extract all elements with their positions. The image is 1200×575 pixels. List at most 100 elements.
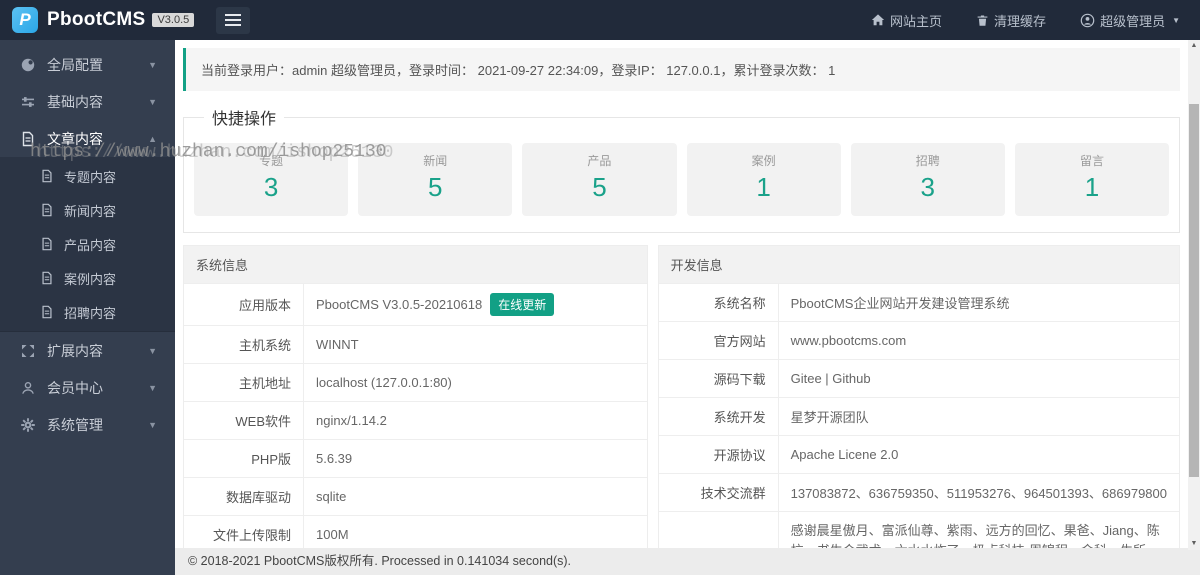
row-value: 5.6.39 bbox=[316, 451, 353, 466]
row-label: 主机地址 bbox=[184, 364, 304, 401]
row-label: 系统开发 bbox=[659, 398, 779, 435]
user-menu-label: 超级管理员 bbox=[1100, 13, 1166, 29]
row-label: WEB软件 bbox=[184, 402, 304, 439]
file-icon bbox=[20, 131, 36, 147]
sidebar-subitem-label: 新闻内容 bbox=[64, 203, 117, 219]
row-label: 源码下载 bbox=[659, 360, 779, 397]
sidebar-item-basic-content[interactable]: 基础内容 ▼ bbox=[0, 83, 175, 120]
clear-cache-button[interactable]: 清理缓存 bbox=[976, 11, 1046, 30]
sidebar-item-member-center[interactable]: 会员中心 ▼ bbox=[0, 369, 175, 406]
table-row: 开源协议 Apache Licene 2.0 bbox=[658, 435, 1179, 473]
chevron-down-icon: ▼ bbox=[148, 96, 157, 107]
sidebar-subitem-label: 案例内容 bbox=[64, 271, 117, 287]
sidebar-item-extend-content[interactable]: 扩展内容 ▼ bbox=[0, 332, 175, 369]
sidebar-subitem-news[interactable]: 新闻内容 bbox=[0, 193, 175, 227]
row-label: 系统名称 bbox=[659, 284, 779, 321]
chevron-down-icon: ▼ bbox=[148, 59, 157, 70]
stat-card-label: 招聘 bbox=[915, 154, 940, 168]
chevron-down-icon: ▼ bbox=[148, 345, 157, 356]
sidebar-item-label: 扩展内容 bbox=[47, 342, 103, 359]
sidebar-item-label: 系统管理 bbox=[47, 416, 103, 433]
expand-arrows-icon bbox=[20, 343, 36, 359]
stat-card-label: 专题 bbox=[259, 154, 284, 168]
version-badge: V3.0.5 bbox=[152, 13, 195, 27]
sidebar-subitem-label: 招聘内容 bbox=[64, 305, 117, 321]
dev-info-table: 开发信息 系统名称 PbootCMS企业网站开发建设管理系统 官方网站 www.… bbox=[657, 245, 1180, 575]
stat-card-product[interactable]: 产品 5 bbox=[522, 143, 677, 216]
scroll-up-arrow-icon[interactable]: ▲ bbox=[1188, 40, 1200, 52]
file-icon bbox=[40, 237, 54, 251]
stat-card-topic[interactable]: 专题 3 bbox=[194, 143, 349, 216]
file-icon bbox=[40, 305, 54, 319]
footer: © 2018-2021 PbootCMS版权所有. Processed in 0… bbox=[175, 548, 1200, 575]
row-label: 主机系统 bbox=[184, 326, 304, 363]
file-icon bbox=[40, 271, 54, 285]
site-home-link[interactable]: 网站主页 bbox=[871, 11, 942, 30]
stat-card-label: 案例 bbox=[751, 154, 776, 168]
scroll-down-arrow-icon[interactable]: ▼ bbox=[1188, 538, 1200, 550]
row-label: 官方网站 bbox=[659, 322, 779, 359]
source-download-links[interactable]: Gitee | Github bbox=[779, 360, 1179, 397]
stat-cards: 专题 3 新闻 5 产品 5 案例 1 招聘 3 留言 1 bbox=[194, 143, 1170, 216]
file-icon bbox=[40, 169, 54, 183]
chevron-down-icon: ▼ bbox=[148, 419, 157, 430]
row-label: PHP版 bbox=[184, 440, 304, 477]
stat-card-news[interactable]: 新闻 5 bbox=[358, 143, 513, 216]
row-label: 应用版本 bbox=[184, 284, 304, 325]
row-value: PbootCMS V3.0.5-20210618 在线更新 bbox=[304, 284, 647, 325]
stat-card-case[interactable]: 案例 1 bbox=[686, 143, 841, 216]
sidebar-subitem-topic[interactable]: 专题内容 bbox=[0, 159, 175, 193]
table-row: 技术交流群 137083872、636759350、511953276、9645… bbox=[658, 473, 1179, 511]
home-icon bbox=[871, 13, 885, 27]
table-row: 主机系统 WINNT bbox=[184, 325, 647, 363]
user-icon bbox=[20, 380, 36, 396]
sidebar-item-system-manage[interactable]: 系统管理 ▼ bbox=[0, 406, 175, 443]
scrollbar-thumb[interactable] bbox=[1189, 104, 1199, 477]
quick-actions-title: 快捷操作 bbox=[212, 111, 277, 128]
system-info-title: 系统信息 bbox=[184, 246, 647, 283]
quick-actions-panel: 快捷操作 专题 3 新闻 5 产品 5 案例 1 招聘 3 留言 1 bbox=[183, 105, 1180, 233]
online-update-button[interactable]: 在线更新 bbox=[490, 293, 555, 316]
stat-card-label: 留言 bbox=[1079, 154, 1104, 168]
sidebar-item-label: 会员中心 bbox=[47, 379, 103, 396]
row-value: sqlite bbox=[316, 489, 347, 504]
stat-card-label: 新闻 bbox=[423, 154, 448, 168]
hamburger-icon bbox=[225, 14, 242, 16]
row-label: 数据库驱动 bbox=[184, 478, 304, 515]
table-row: 系统名称 PbootCMS企业网站开发建设管理系统 bbox=[658, 283, 1179, 321]
sidebar-item-article-content[interactable]: 文章内容 ▲ bbox=[0, 120, 175, 157]
table-row: 官方网站 www.pbootcms.com bbox=[658, 321, 1179, 359]
dev-info-title: 开发信息 bbox=[658, 246, 1179, 283]
sidebar-item-label: 全局配置 bbox=[47, 56, 103, 73]
official-site-link[interactable]: www.pbootcms.com bbox=[779, 322, 1179, 359]
row-value: 星梦开源团队 bbox=[790, 410, 869, 425]
sidebar-subitem-recruit[interactable]: 招聘内容 bbox=[0, 295, 175, 329]
row-value: nginx/1.14.2 bbox=[316, 413, 387, 428]
user-menu[interactable]: 超级管理员 ▼ bbox=[1080, 11, 1180, 30]
sidebar-subitem-label: 专题内容 bbox=[64, 169, 117, 185]
table-row: 源码下载 Gitee | Github bbox=[658, 359, 1179, 397]
globe-icon bbox=[20, 57, 36, 73]
sidebar: 全局配置 ▼ 基础内容 ▼ 文章内容 ▲ 专题内容 新闻内容 产品内容 案例内容… bbox=[0, 40, 175, 575]
vertical-scrollbar[interactable]: ▲ ▼ bbox=[1188, 40, 1200, 550]
row-label: 技术交流群 bbox=[659, 474, 779, 511]
login-info-bar: 当前登录用户：admin 超级管理员，登录时间： 2021-09-27 22:3… bbox=[183, 48, 1180, 91]
table-row: 应用版本 PbootCMS V3.0.5-20210618 在线更新 bbox=[184, 283, 647, 325]
stat-card-recruit[interactable]: 招聘 3 bbox=[850, 143, 1005, 216]
sidebar-toggle-button[interactable] bbox=[216, 6, 251, 34]
chevron-down-icon: ▼ bbox=[148, 382, 157, 393]
site-home-label: 网站主页 bbox=[890, 13, 943, 29]
table-row: 系统开发 星梦开源团队 bbox=[658, 397, 1179, 435]
stat-card-message[interactable]: 留言 1 bbox=[1014, 143, 1170, 216]
sliders-icon bbox=[20, 94, 36, 110]
row-value: 137083872、636759350、511953276、964501393、… bbox=[790, 486, 1167, 501]
sidebar-subitem-case[interactable]: 案例内容 bbox=[0, 261, 175, 295]
sidebar-item-global-config[interactable]: 全局配置 ▼ bbox=[0, 46, 175, 83]
sidebar-subitem-product[interactable]: 产品内容 bbox=[0, 227, 175, 261]
table-row: 主机地址 localhost (127.0.0.1:80) bbox=[184, 363, 647, 401]
row-value: WINNT bbox=[316, 337, 359, 352]
trash-icon bbox=[976, 14, 989, 27]
table-row: PHP版 5.6.39 bbox=[184, 439, 647, 477]
user-circle-icon bbox=[1080, 13, 1095, 28]
table-row: 数据库驱动 sqlite bbox=[184, 477, 647, 515]
